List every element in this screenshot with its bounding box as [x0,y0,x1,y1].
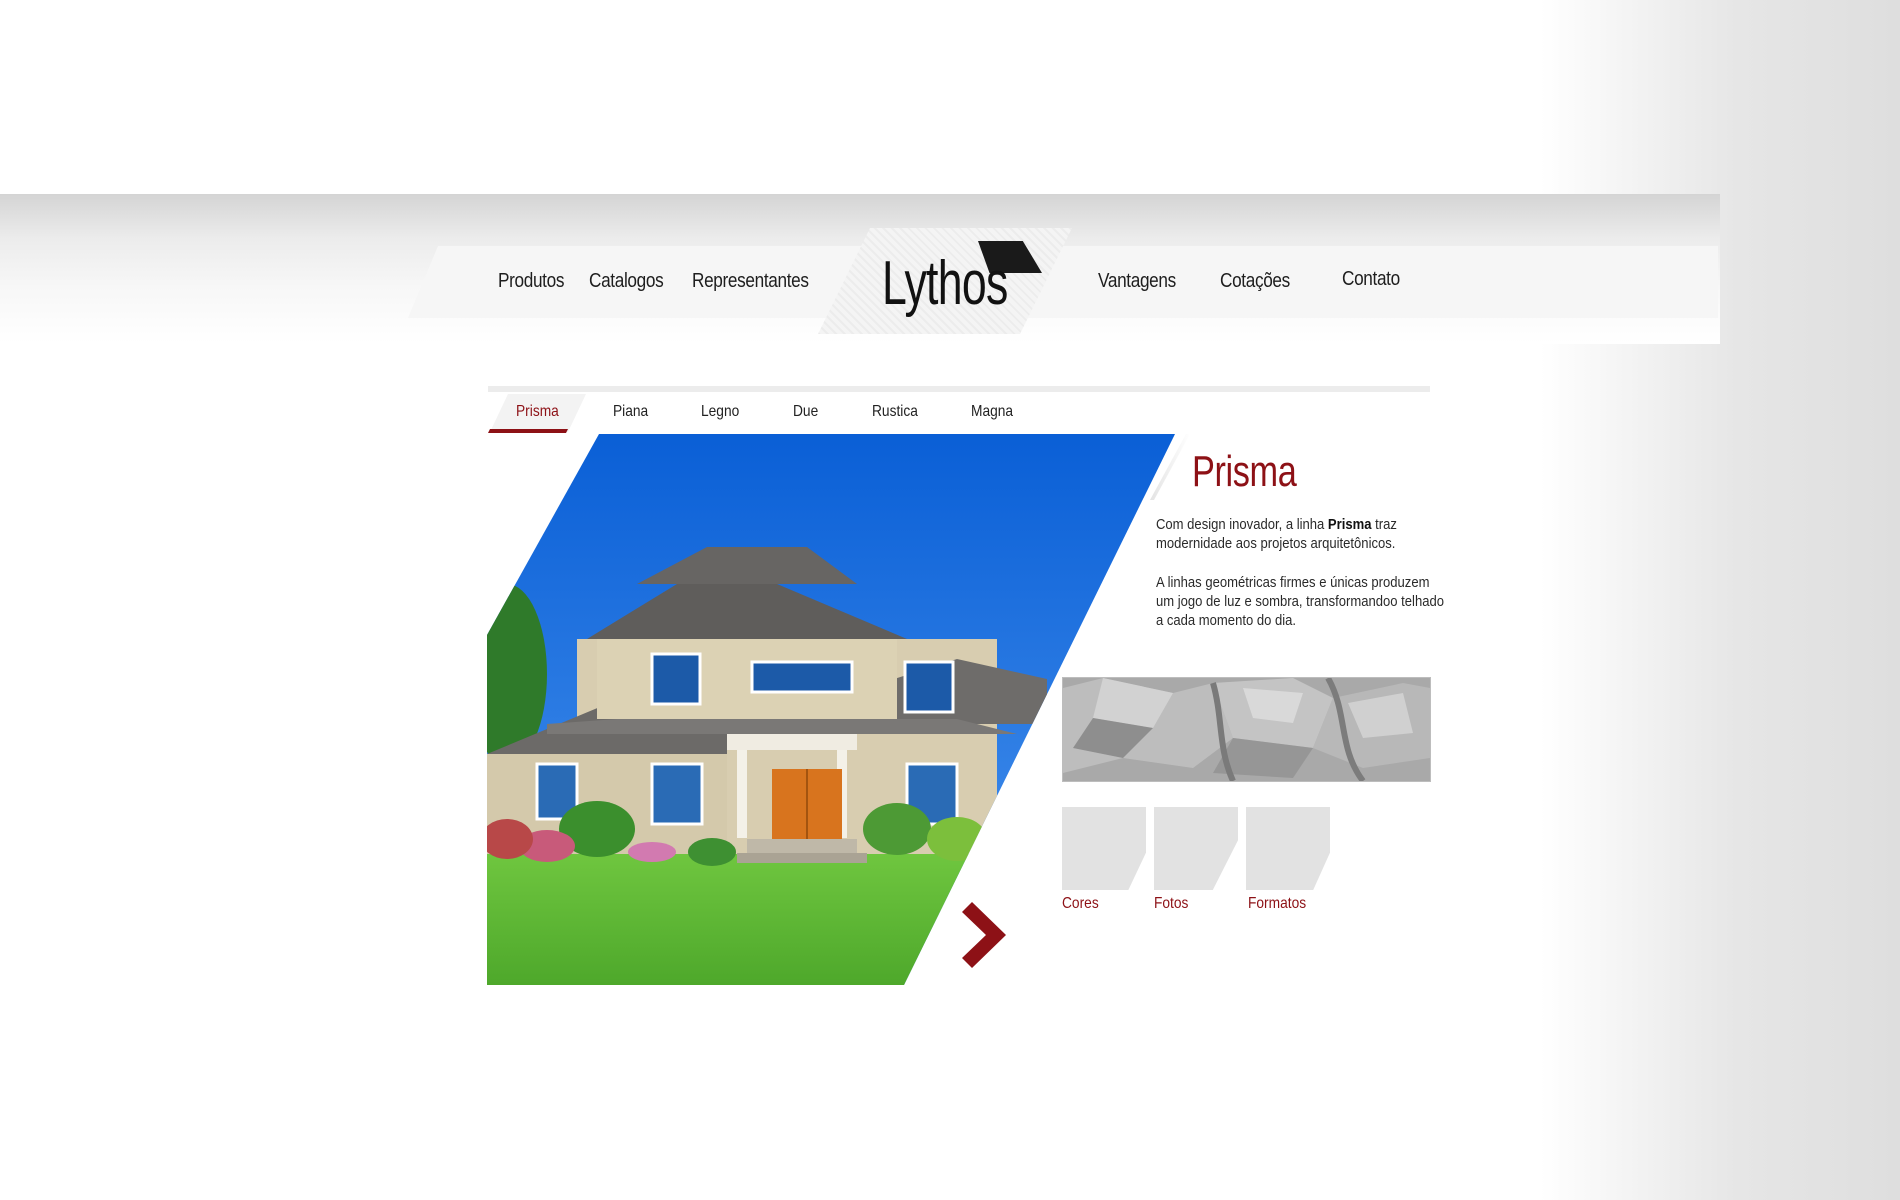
nav-representantes[interactable]: Representantes [692,270,809,293]
label-formatos[interactable]: Formatos [1248,895,1306,913]
nav-contato[interactable]: Contato [1342,268,1400,291]
tabs-bar [488,386,1430,392]
nav-vantagens[interactable]: Vantagens [1098,270,1176,293]
nav-produtos[interactable]: Produtos [498,270,564,293]
desc1-bold: Prisma [1327,516,1372,533]
tab-magna[interactable]: Magna [971,403,1013,421]
tab-due[interactable]: Due [793,403,818,421]
tab-piana[interactable]: Piana [613,403,648,421]
tab-legno[interactable]: Legno [701,403,739,421]
nav-catalogos[interactable]: Catalogos [589,270,664,293]
desc2-text: A linhas geométricas firmes e únicas pro… [1156,574,1444,629]
tab-prisma[interactable]: Prisma [516,403,559,421]
label-fotos[interactable]: Fotos [1154,895,1188,913]
right-side-shade [1540,0,1900,1200]
label-cores[interactable]: Cores [1062,895,1099,913]
desc1-before: Com design inovador, a linha [1156,516,1328,533]
product-description-2: A linhas geométricas firmes e únicas pro… [1156,573,1446,630]
logo[interactable]: Lythos [882,240,1042,322]
tab-rustica[interactable]: Rustica [872,403,918,421]
tab-active-underline [488,429,568,433]
thumb-cores[interactable] [1062,807,1146,890]
product-description-1: Com design inovador, a linha Prisma traz… [1156,515,1446,553]
product-title: Prisma [1192,447,1297,496]
roof-tile-image [1062,677,1431,782]
logo-text: Lythos [882,249,1008,318]
roof-tile-illustration [1063,678,1430,781]
chevron-right-icon[interactable] [962,902,1010,968]
thumb-formatos[interactable] [1246,807,1330,890]
nav-cotacoes[interactable]: Cotações [1220,270,1290,293]
thumb-fotos[interactable] [1154,807,1238,890]
